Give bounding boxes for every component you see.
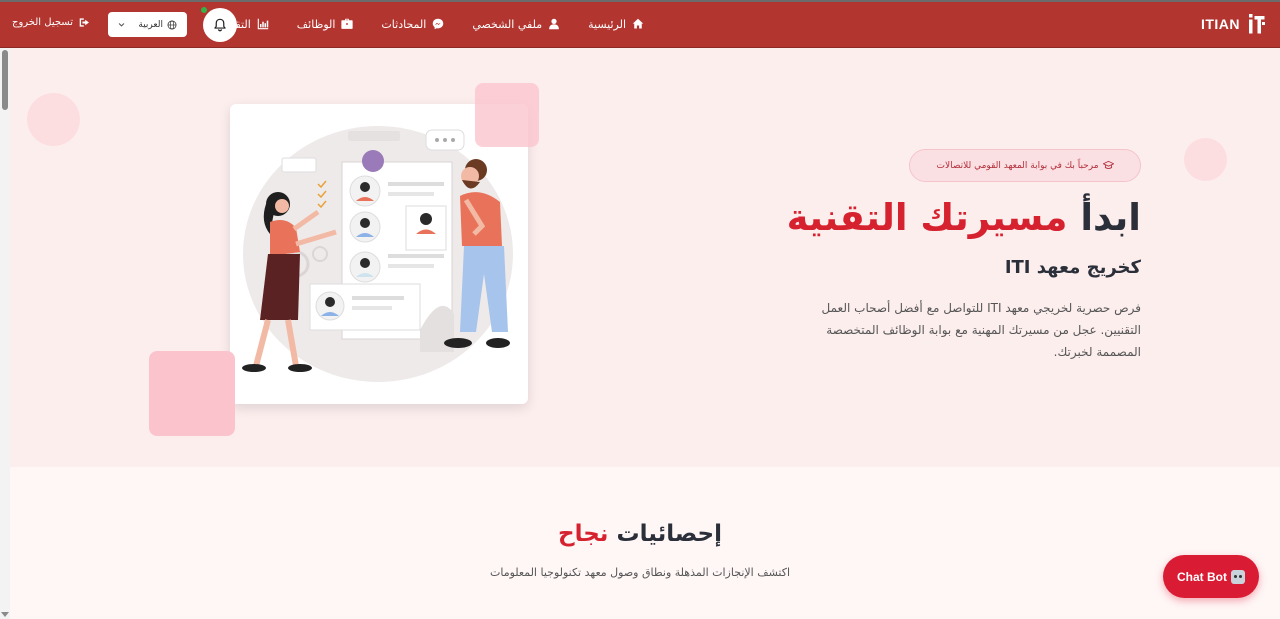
nav-menu: الرئيسية ملفي الشخصي المحادثات الوظائف ا…: [218, 0, 644, 48]
notifications-button[interactable]: [203, 8, 237, 42]
logout-icon: [79, 18, 89, 27]
chart-icon: [257, 18, 269, 30]
notification-dot: [200, 6, 208, 14]
decor-circle: [1184, 138, 1227, 181]
decor-circle: [27, 93, 80, 146]
hero-title-start: ابدأ: [1080, 196, 1141, 239]
nav-item-chats-label: المحادثات: [381, 17, 427, 31]
page-scrollbar[interactable]: [0, 48, 10, 619]
nav-item-jobs-label: الوظائف: [296, 17, 336, 31]
decor-square: [149, 351, 235, 436]
bell-icon: [214, 18, 226, 32]
welcome-badge-text: مرحباً بك في بوابة المعهد القومي للاتصال…: [936, 160, 1099, 171]
stats-title-accent: نجاح: [558, 521, 609, 547]
nav-item-profile-label: ملفي الشخصي: [472, 17, 543, 31]
nav-item-chats[interactable]: المحادثات: [381, 18, 444, 31]
iti-logo-icon: [1249, 14, 1265, 34]
user-icon: [549, 18, 559, 30]
nav-item-jobs[interactable]: الوظائف: [297, 18, 354, 31]
brand[interactable]: ITIAN: [1201, 12, 1266, 36]
hero-title: ابدأ مسيرتك التقنية: [787, 196, 1141, 239]
welcome-badge: مرحباً بك في بوابة المعهد القومي للاتصال…: [909, 149, 1141, 182]
robot-icon: [1231, 569, 1245, 584]
logout-label: تسجيل الخروج: [12, 17, 74, 28]
home-icon: [632, 18, 644, 29]
chevron-down-icon: [118, 23, 125, 27]
hero-description: فرص حصرية لخريجي معهد ITI للتواصل مع أفض…: [821, 301, 1141, 359]
language-select-value: العربية: [138, 20, 177, 30]
graduation-cap-icon: [1102, 160, 1114, 169]
chat-bot-button[interactable]: Chat Bot: [1163, 555, 1259, 598]
nav-item-profile[interactable]: ملفي الشخصي: [472, 18, 560, 31]
decor-square: [475, 83, 539, 147]
language-label: العربية: [138, 19, 163, 30]
stats-title-start: إحصائيات: [616, 521, 722, 547]
scrollbar-thumb[interactable]: [2, 50, 8, 110]
hero-illustration: [230, 104, 528, 404]
stats-title: إحصائيات نجاح: [0, 521, 1280, 547]
chat-bot-label: Chat Bot: [1177, 569, 1227, 584]
hero-title-accent: مسيرتك التقنية: [786, 196, 1068, 239]
nav-item-home[interactable]: الرئيسية: [588, 18, 644, 31]
top-navbar: ITIAN الرئيسية ملفي الشخصي المحادثات الو…: [0, 0, 1280, 48]
hero-subtitle: كخريج معهد ITI: [1004, 257, 1141, 278]
messenger-icon: [433, 18, 444, 30]
stats-subtitle: اكتشف الإنجازات المذهلة ونطاق وصول معهد …: [489, 566, 791, 579]
nav-item-home-label: الرئيسية: [588, 17, 626, 31]
briefcase-icon: [341, 18, 354, 29]
globe-icon: [167, 20, 177, 29]
brand-name: ITIAN: [1200, 16, 1240, 32]
language-select[interactable]: العربية: [108, 12, 187, 37]
logout-button[interactable]: تسجيل الخروج: [12, 17, 90, 28]
hiring-illustration-image: [242, 126, 513, 382]
scroll-down-arrow-icon[interactable]: [1, 612, 9, 617]
